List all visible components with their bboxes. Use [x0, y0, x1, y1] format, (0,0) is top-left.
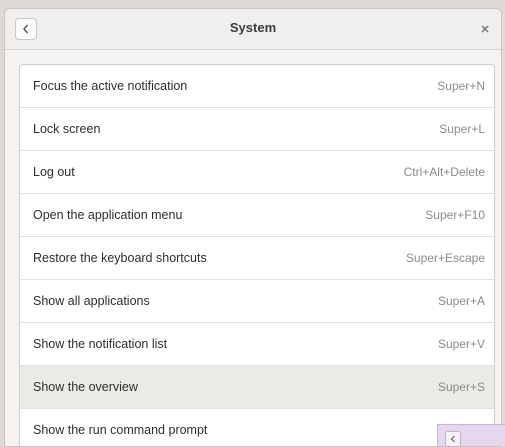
shortcut-keys: Super+N — [437, 79, 485, 93]
dialog-title: System — [229, 20, 277, 35]
shortcut-keys: Super+S — [437, 380, 485, 394]
shortcut-row-all-applications[interactable]: Show all applications Super+A — [20, 280, 494, 323]
shortcut-name: Show the run command prompt — [33, 423, 208, 437]
dialog-header: System — [5, 9, 501, 50]
shortcut-row-overview[interactable]: Show the overview Super+S — [20, 366, 494, 409]
shortcut-row-log-out[interactable]: Log out Ctrl+Alt+Delete — [20, 151, 494, 194]
shortcut-row-lock-screen[interactable]: Lock screen Super+L — [20, 108, 494, 151]
close-icon — [481, 25, 489, 33]
shortcut-row-notification-list[interactable]: Show the notification list Super+V — [20, 323, 494, 366]
shortcut-name: Restore the keyboard shortcuts — [33, 251, 207, 265]
shortcut-name: Focus the active notification — [33, 79, 188, 93]
chevron-left-icon — [450, 435, 455, 443]
close-button[interactable] — [479, 22, 491, 34]
shortcut-keys: Super+V — [437, 337, 485, 351]
shortcut-name: Log out — [33, 165, 75, 179]
shortcut-list: Focus the active notification Super+N Lo… — [19, 64, 495, 446]
shortcut-row-restore-shortcuts[interactable]: Restore the keyboard shortcuts Super+Esc… — [20, 237, 494, 280]
secondary-window-corner[interactable] — [437, 424, 505, 447]
shortcut-row-focus-notification[interactable]: Focus the active notification Super+N — [20, 65, 494, 108]
shortcut-row-application-menu[interactable]: Open the application menu Super+F10 — [20, 194, 494, 237]
shortcut-keys: Super+F10 — [425, 208, 485, 222]
shortcut-name: Show all applications — [33, 294, 150, 308]
shortcut-row-run-command[interactable]: Show the run command prompt — [20, 409, 494, 446]
shortcut-name: Lock screen — [33, 122, 101, 136]
shortcuts-dialog: System Focus the active notification Sup… — [4, 8, 502, 447]
shortcut-keys: Ctrl+Alt+Delete — [403, 165, 485, 179]
shortcut-name: Open the application menu — [33, 208, 183, 222]
shortcut-keys: Super+Escape — [405, 251, 485, 265]
shortcut-name: Show the notification list — [33, 337, 168, 351]
shortcut-name: Show the overview — [33, 380, 138, 394]
shortcut-keys: Super+A — [437, 294, 485, 308]
shortcut-keys: Super+L — [439, 122, 485, 136]
